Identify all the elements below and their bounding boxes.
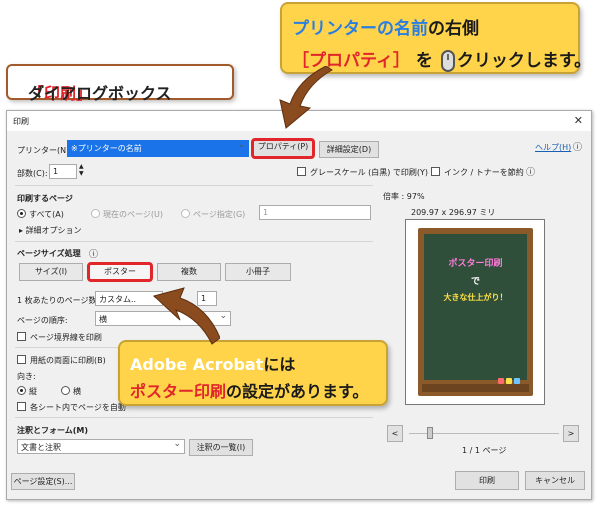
auto-rotate-checkbox[interactable] [17, 402, 26, 411]
chalk-tray [422, 384, 529, 392]
copies-stepper-icon[interactable]: ▲ ▼ [79, 163, 84, 177]
radio-portrait[interactable] [17, 386, 26, 395]
printer-select[interactable]: ※プリンターの名前 [67, 140, 249, 157]
duplex-checkbox[interactable] [17, 355, 26, 364]
divider [15, 241, 373, 242]
radio-all-label: すべて(A) [29, 210, 64, 219]
preview-line-1: ポスター印刷 [448, 259, 503, 269]
comments-select-value: 文書と注釈 [21, 443, 61, 452]
pages-section-title: 印刷するページ [17, 194, 73, 203]
callout-mid-line-2: ポスター印刷の設定があります。 [130, 378, 368, 402]
print-border-label: ページ境界線を印刷 [30, 333, 102, 342]
print-button[interactable]: 印刷 [455, 471, 519, 490]
page-setup-button[interactable]: ページ設定(S)... [11, 473, 75, 490]
preview-line-3: 大きな仕上がり！ [443, 293, 508, 302]
pages-per-sheet-value: カスタム.. [99, 295, 137, 304]
next-page-button[interactable]: > [563, 425, 579, 442]
callout-setting-text: の設定があります。 [226, 382, 369, 401]
chalk-icon [506, 378, 512, 384]
print-preview: ポスター印刷 で 大きな仕上がり！ [405, 219, 545, 405]
comments-select[interactable]: 文書と注釈 [17, 439, 185, 454]
divider [15, 417, 373, 418]
divider [15, 185, 373, 186]
tab-booklet[interactable]: 小冊子 [225, 263, 291, 281]
ink-saver-checkbox[interactable] [431, 167, 440, 176]
page-order-value: 横 [99, 315, 107, 324]
callout-wo-text: を [415, 51, 433, 71]
ink-saver-label: インク / トナーを節約 [444, 168, 524, 177]
print-border-checkbox[interactable] [17, 332, 26, 341]
copies-input[interactable]: 1 [49, 164, 77, 179]
page-slider-thumb[interactable] [427, 427, 433, 439]
mouse-icon [440, 50, 455, 72]
callout-poster-print-text: ポスター印刷 [130, 382, 227, 401]
callout-properties: プリンターの名前の右側 ［プロパティ］ を クリックします。 [280, 2, 591, 74]
radio-page-range[interactable] [181, 209, 190, 218]
dimensions-label: 209.97 x 296.97 ミリ [411, 208, 496, 217]
tab-poster[interactable]: ポスター [87, 262, 153, 282]
duplex-label: 用紙の両面に印刷(B) [30, 356, 106, 365]
sizing-info-icon[interactable]: ⓘ [89, 247, 98, 260]
printer-label: プリンター(N): [17, 146, 72, 155]
radio-landscape[interactable] [61, 386, 70, 395]
sizing-section-title: ページサイズ処理 [17, 249, 81, 258]
pages-per-sheet-label: 1 枚あたりのページ数: [17, 296, 100, 305]
callout-mid-line-1: Adobe Acrobatには [130, 351, 295, 375]
callout-acrobat-text: Adobe Acrobat [130, 355, 264, 374]
radio-current-label: 現在のページ(U) [103, 210, 163, 219]
radio-range-label: ページ指定(G) [193, 210, 246, 219]
page-order-label: ページの順序: [17, 316, 68, 325]
tab-multiple[interactable]: 複数 [157, 263, 221, 281]
grayscale-label: グレースケール (白黒) で印刷(Y) [310, 168, 429, 177]
more-options-toggle[interactable]: ▸ 詳細オプション [19, 225, 82, 236]
callout-dialogbox-text: ダイアログボックス [28, 84, 172, 103]
radio-all[interactable] [17, 209, 26, 218]
radio-landscape-label: 横 [73, 387, 81, 396]
grayscale-checkbox[interactable] [297, 167, 306, 176]
help-link[interactable]: ヘルプ(H) [535, 142, 571, 153]
arrow-to-properties-icon [279, 66, 333, 129]
comments-section-title: 注釈とフォーム(M) [17, 426, 89, 435]
preview-line-2: で [470, 277, 480, 287]
prev-page-button[interactable]: < [387, 425, 403, 442]
chalkboard-image: ポスター印刷 で 大きな仕上がり！ [418, 228, 533, 396]
chalkboard-surface: ポスター印刷 で 大きな仕上がり！ [424, 234, 527, 380]
callout-dialog-label: 「印刷」 ダイアログボックス [6, 64, 234, 103]
close-icon[interactable]: ✕ [574, 114, 583, 127]
scale-label: 倍率 : 97% [383, 192, 425, 201]
callout-line-1: プリンターの名前の右側 [292, 14, 479, 39]
summarize-comments-button[interactable]: 注釈の一覧(I) [189, 439, 253, 456]
dialog-title: 印刷 [13, 117, 29, 126]
help-icon[interactable]: ⓘ [573, 140, 582, 153]
callout-right-side-text: の右側 [428, 19, 479, 39]
page-range-input[interactable]: 1 [259, 205, 371, 220]
tab-size[interactable]: サイズ(I) [19, 263, 83, 281]
properties-button[interactable]: プロパティ(P) [251, 138, 315, 159]
printer-select-value: ※プリンターの名前 [71, 144, 142, 153]
radio-portrait-label: 縦 [29, 387, 37, 396]
callout-printer-name-text: プリンターの名前 [292, 19, 428, 39]
chalk-icon [498, 378, 504, 384]
arrow-to-poster-icon [152, 287, 220, 345]
advanced-button[interactable]: 詳細設定(D) [319, 141, 379, 158]
callout-niwa-text: には [263, 355, 296, 374]
more-options-label: 詳細オプション [25, 226, 82, 235]
chalk-icon [514, 378, 520, 384]
callout-click-text: クリックします。 [456, 51, 592, 71]
callout-poster: Adobe Acrobatには ポスター印刷の設定があります。 [118, 340, 388, 406]
info-icon[interactable]: ⓘ [526, 165, 535, 178]
radio-current-page[interactable] [91, 209, 100, 218]
copies-label: 部数(C): [17, 169, 48, 178]
orientation-label: 向き: [17, 372, 36, 381]
auto-rotate-label: 各シート内でページを自動 [30, 403, 126, 412]
page-count: 1 / 1 ページ [462, 446, 507, 455]
cancel-button[interactable]: キャンセル [525, 471, 585, 490]
